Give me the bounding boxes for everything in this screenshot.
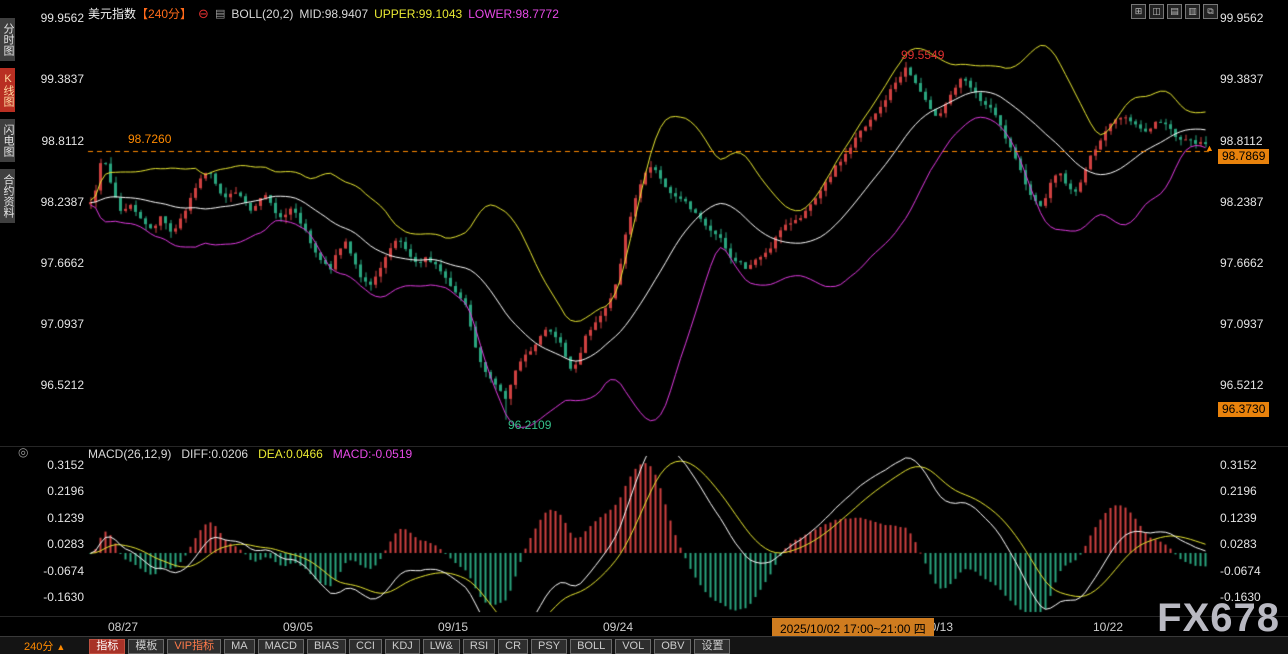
macd-axis-label: 0.3152 [30, 458, 84, 472]
tab-psy[interactable]: PSY [531, 639, 567, 654]
macd-axis-label: 0.1239 [30, 511, 84, 525]
sidebar-item-flash-chart[interactable]: 闪电图 [0, 119, 15, 162]
tab-cr[interactable]: CR [498, 639, 528, 654]
tab-vol[interactable]: VOL [615, 639, 651, 654]
macd-axis-label: 0.0283 [1220, 537, 1280, 551]
macd-header: MACD(26,12,9) DIFF:0.0206 DEA:0.0466 MAC… [88, 447, 412, 461]
sidebar-item-kline-chart[interactable]: K线图 [0, 68, 15, 112]
price-chart-canvas[interactable] [0, 0, 1288, 654]
layout-rows-icon[interactable]: ▤ [1167, 4, 1182, 19]
y-axis-label: 99.3837 [30, 72, 84, 86]
tab-vip-indicator[interactable]: VIP指标 [167, 639, 221, 654]
x-axis-label: 08/27 [108, 620, 138, 634]
indicator-toolbar: 240分 ▲ 指标 模板 VIP指标 MA MACD BIAS CCI KDJ … [0, 636, 1288, 654]
y-axis-label: 98.8112 [1220, 134, 1280, 148]
y-axis-label: 96.5212 [30, 378, 84, 392]
tab-kdj[interactable]: KDJ [385, 639, 420, 654]
macd-axis-label: 0.2196 [30, 484, 84, 498]
price-up-arrow-icon: ▲ [1205, 143, 1214, 153]
tab-bias[interactable]: BIAS [307, 639, 346, 654]
macd-axis-label: 0.3152 [1220, 458, 1280, 472]
period-selector[interactable]: 240分 ▲ [24, 638, 65, 654]
boll-upper-value: UPPER:99.1043 [374, 7, 462, 21]
period-label: 【240分】 [136, 5, 192, 22]
layout-grid-icon[interactable]: ⊞ [1131, 4, 1146, 19]
tab-template[interactable]: 模板 [128, 639, 164, 654]
macd-axis-label: 0.0283 [30, 537, 84, 551]
tab-cci[interactable]: CCI [349, 639, 382, 654]
tab-obv[interactable]: OBV [654, 639, 691, 654]
layout-cols-icon[interactable]: ▥ [1185, 4, 1200, 19]
y-axis-label: 98.2387 [1220, 195, 1280, 209]
tab-boll[interactable]: BOLL [570, 639, 612, 654]
last-price-box: 98.7869 [1218, 149, 1269, 164]
y-axis-label: 97.6662 [1220, 256, 1280, 270]
chevron-up-icon: ▲ [56, 642, 65, 652]
x-axis-label: 10/22 [1093, 620, 1123, 634]
tab-ma[interactable]: MA [224, 639, 255, 654]
x-axis-label: 09/24 [603, 620, 633, 634]
high-price-annotation: 99.5549 [901, 48, 944, 62]
y-axis-label: 97.6662 [30, 256, 84, 270]
sidebar-item-time-chart[interactable]: 分时图 [0, 18, 15, 61]
ref-price-annotation: 98.7260 [128, 132, 171, 146]
boll-lower-value: LOWER:98.7772 [468, 7, 559, 21]
y-axis-label: 98.8112 [30, 134, 84, 148]
y-axis-label: 97.0937 [30, 317, 84, 331]
period-selector-label: 240分 [24, 641, 53, 653]
boll-indicator-label: BOLL(20,2) [231, 7, 293, 21]
alert-icon[interactable]: ⊖ [198, 8, 209, 20]
macd-axis-label: -0.0674 [30, 564, 84, 578]
macd-diff-value: DIFF:0.0206 [181, 447, 248, 461]
macd-settings-icon[interactable]: ◎ [18, 445, 28, 459]
chart-header: 美元指数 【240分】 ⊖ ▤ BOLL(20,2) MID:98.9407 U… [88, 5, 559, 22]
tab-indicator[interactable]: 指标 [89, 639, 125, 654]
symbol-name: 美元指数 [88, 5, 136, 22]
y-axis-label: 97.0937 [1220, 317, 1280, 331]
indicator-icon[interactable]: ▤ [215, 7, 225, 20]
macd-axis-label: -0.0674 [1220, 564, 1280, 578]
y-axis-label: 99.9562 [30, 11, 84, 25]
macd-axis-label: -0.1630 [30, 590, 84, 604]
panel-divider-bottom [0, 616, 1288, 617]
layout-split-icon[interactable]: ◫ [1149, 4, 1164, 19]
tab-rsi[interactable]: RSI [463, 639, 495, 654]
layout-cascade-icon[interactable]: ⧉ [1203, 4, 1218, 19]
window-layout-icons: ⊞ ◫ ▤ ▥ ⧉ [1131, 4, 1218, 19]
low-mark-box: 96.3730 [1218, 402, 1269, 417]
macd-axis-label: -0.1630 [1220, 590, 1280, 604]
macd-axis-label: 0.2196 [1220, 484, 1280, 498]
x-axis-label: 09/15 [438, 620, 468, 634]
low-price-annotation: 96.2109 [508, 418, 551, 432]
y-axis-label: 98.2387 [30, 195, 84, 209]
x-axis-label: 09/05 [283, 620, 313, 634]
sidebar-item-contract-info[interactable]: 合约资料 [0, 169, 15, 223]
trading-app: 美元指数 【240分】 ⊖ ▤ BOLL(20,2) MID:98.9407 U… [0, 0, 1288, 654]
chart-type-sidebar: 分时图 K线图 闪电图 合约资料 [0, 18, 15, 223]
boll-mid-value: MID:98.9407 [299, 7, 368, 21]
tab-lwr[interactable]: LW& [423, 639, 460, 654]
tab-macd[interactable]: MACD [258, 639, 304, 654]
y-axis-label: 99.3837 [1220, 72, 1280, 86]
y-axis-label: 99.9562 [1220, 11, 1280, 25]
tab-settings[interactable]: 设置 [694, 639, 730, 654]
macd-title: MACD(26,12,9) [88, 447, 171, 461]
macd-axis-label: 0.1239 [1220, 511, 1280, 525]
macd-dea-value: DEA:0.0466 [258, 447, 323, 461]
y-axis-label: 96.5212 [1220, 378, 1280, 392]
macd-macd-value: MACD:-0.0519 [333, 447, 412, 461]
